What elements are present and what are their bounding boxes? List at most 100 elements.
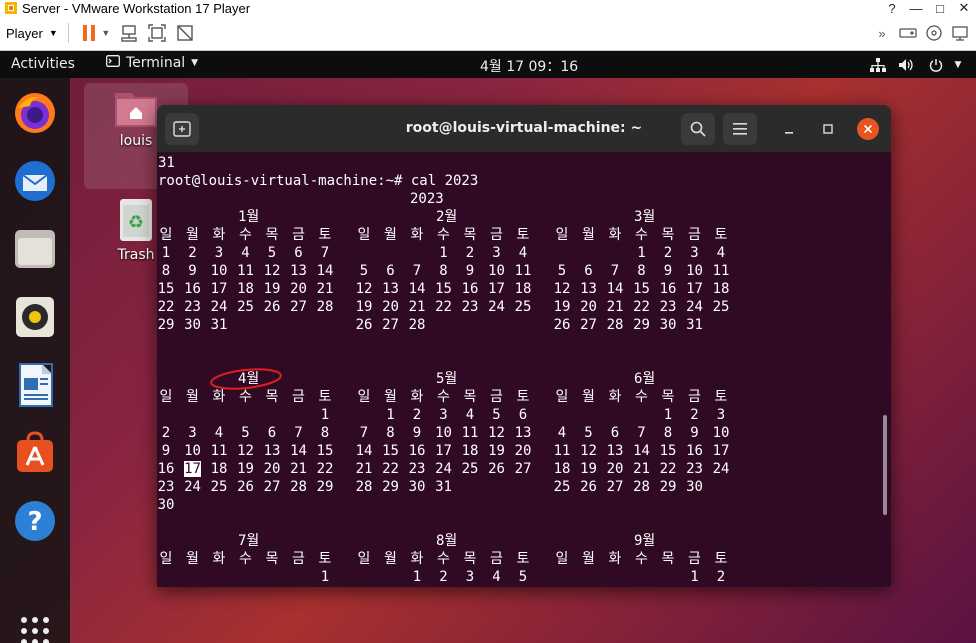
help-icon[interactable]: ? <box>880 0 904 16</box>
rhythmbox-icon[interactable] <box>10 292 60 342</box>
calendar-weekday-header: 일 <box>159 551 173 567</box>
calendar-weekday-header: 화 <box>410 551 424 567</box>
calendar-day: 7 <box>320 245 330 261</box>
calendar-day-cell: 13 <box>259 442 285 460</box>
calendar-day: 22 <box>633 299 650 315</box>
calendar-weekday-header: 목 <box>463 551 477 567</box>
app-menu-button[interactable]: Terminal ▼ <box>106 55 198 71</box>
calendar-day: 13 <box>290 263 307 279</box>
calendar-day-cell: 30 <box>157 496 179 514</box>
hard-disk-icon[interactable] <box>898 23 918 43</box>
calendar-day-cell: 31 <box>431 478 457 496</box>
network-adapter-icon[interactable] <box>950 23 970 43</box>
calendar-day-cell: 24 <box>180 478 206 496</box>
calendar-weekday-header: 목 <box>265 227 279 243</box>
minimize-icon[interactable]: — <box>904 0 928 16</box>
calendar-day-cell: 20 <box>576 298 602 316</box>
calendar-day: 29 <box>659 479 677 495</box>
calendar-day: 10 <box>712 425 730 441</box>
thunderbird-icon[interactable] <box>10 156 60 206</box>
volume-icon[interactable] <box>896 55 916 75</box>
calendar-day-cell: 26 <box>351 316 377 334</box>
cd-drive-icon[interactable] <box>924 23 944 43</box>
calendar-day-cell: 21 <box>404 298 430 316</box>
files-icon[interactable] <box>10 224 60 274</box>
calendar-day-cell: 13 <box>510 424 536 442</box>
calendar-day: 4 <box>518 245 528 261</box>
calendar-day: 19 <box>263 281 281 297</box>
firefox-icon[interactable] <box>10 88 60 138</box>
calendar-day-cell: 24 <box>206 298 232 316</box>
system-menu-chevron-icon[interactable]: ▼ <box>948 55 968 75</box>
calendar-day: 7 <box>294 425 303 441</box>
terminal-header-bar[interactable]: root@louis-virtual-machine: ~ <box>157 105 891 153</box>
calendar-weekday-header: 일 <box>159 389 173 405</box>
calendar-day-cell: 18 <box>549 460 575 478</box>
calendar-day: 27 <box>263 479 281 495</box>
calendar-day: 28 <box>408 317 426 333</box>
calendar-day: 8 <box>637 263 646 279</box>
calendar-day-cell: 30 <box>682 478 708 496</box>
help-icon[interactable]: ? <box>10 496 60 546</box>
clock[interactable]: 4월 17 09：16 <box>480 56 578 76</box>
calendar-day-cell: 27 <box>286 298 312 316</box>
power-icon[interactable] <box>926 55 946 75</box>
calendar-weekday-header: 금 <box>292 389 305 405</box>
calendar-day-cell: 10 <box>206 262 232 280</box>
chevron-down-icon: ▼ <box>191 58 199 68</box>
calendar-day: 12 <box>355 281 373 297</box>
calendar-day-cell: 20 <box>602 460 628 478</box>
calendar-day-cell: 22 <box>629 298 655 316</box>
double-chevron-icon[interactable]: » <box>872 23 892 43</box>
window-minimize-button[interactable] <box>778 118 800 140</box>
minimize-icon <box>785 132 793 134</box>
calendar-day: 21 <box>606 299 624 315</box>
calendar-weekday-header: 화 <box>410 227 424 243</box>
unity-mode-icon[interactable] <box>175 23 195 43</box>
fit-guest-icon[interactable] <box>147 23 167 43</box>
calendar-day: 15 <box>659 443 677 459</box>
calendar-day: 22 <box>382 461 399 477</box>
calendar-weekday-header: 월 <box>384 551 397 567</box>
calendar-day: 20 <box>514 443 532 459</box>
calendar-day-cell: 21 <box>286 460 312 478</box>
terminal-window[interactable]: root@louis-virtual-machine: ~ 31 root@lo… <box>157 105 891 587</box>
show-applications-icon[interactable] <box>10 606 60 643</box>
calendar-day: 4 <box>557 425 567 441</box>
calendar-day: 1 <box>320 407 330 423</box>
pause-icon[interactable] <box>79 23 99 43</box>
close-icon[interactable]: ✕ <box>952 0 976 16</box>
calendar-day-cell: 17 <box>206 280 232 298</box>
calendar-day: 23 <box>659 299 677 315</box>
search-icon <box>690 121 706 137</box>
search-button[interactable] <box>681 113 715 145</box>
pause-dropdown-icon[interactable]: ▼ <box>101 23 111 43</box>
window-maximize-button[interactable] <box>817 118 839 140</box>
calendar-day: 18 <box>461 443 479 459</box>
ubuntu-software-icon[interactable] <box>10 428 60 478</box>
terminal-scrollbar[interactable] <box>883 415 887 515</box>
calendar-day-cell: 5 <box>549 262 575 280</box>
calendar-day: 3 <box>214 245 224 261</box>
activities-button[interactable]: Activities <box>11 56 75 72</box>
network-icon[interactable] <box>868 55 888 75</box>
calendar-weekday-header: 월 <box>582 227 595 243</box>
calendar-day: 23 <box>184 299 201 315</box>
libreoffice-writer-icon[interactable] <box>10 360 60 410</box>
calendar-day-cell: 12 <box>259 262 285 280</box>
calendar-day-cell: 20 <box>378 298 404 316</box>
player-menu-button[interactable]: Player ▼ <box>6 26 58 41</box>
calendar-day: 13 <box>514 425 532 441</box>
calendar-day: 16 <box>659 281 677 297</box>
calendar-day: 15 <box>435 281 452 297</box>
calendar-day-cell: 30 <box>655 316 681 334</box>
window-close-button[interactable] <box>857 118 879 140</box>
maximize-icon[interactable]: □ <box>928 0 952 16</box>
calendar-day: 14 <box>606 281 624 297</box>
terminal-output[interactable]: 31 root@louis-virtual-machine:~# cal 202… <box>158 154 880 586</box>
calendar-day-cell: 26 <box>484 460 510 478</box>
hamburger-menu-button[interactable] <box>723 113 757 145</box>
send-ctrl-alt-del-icon[interactable] <box>119 23 139 43</box>
calendar-weekday-header: 목 <box>463 389 477 405</box>
calendar-day-cell: 2 <box>404 406 430 424</box>
